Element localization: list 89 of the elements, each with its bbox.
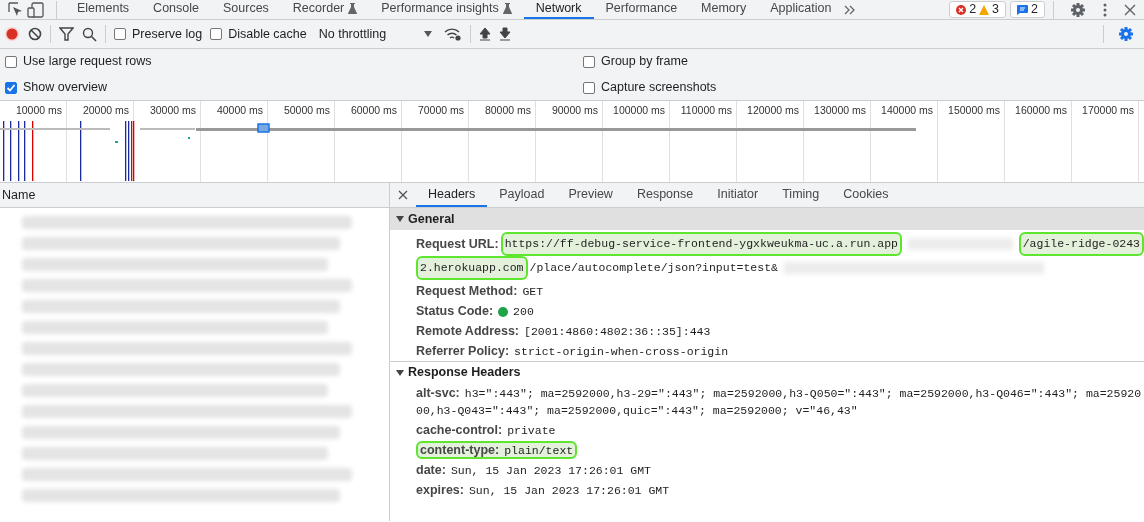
field-name: Status Code: (416, 303, 494, 320)
expanded-triangle-icon (396, 215, 404, 223)
more-options-icon[interactable] (1102, 1, 1108, 18)
detail-tab[interactable]: Cookies (831, 183, 901, 207)
field-value: 2.herokuapp.com (416, 256, 528, 280)
throttling-dropdown[interactable]: No throttling (314, 24, 437, 44)
tick-label: 170000 ms (1082, 104, 1134, 116)
warning-count: 3 (992, 3, 1000, 16)
panel-tab[interactable]: Performance (593, 0, 690, 19)
field-value: [2001:4860:4802:36::35]:443 (524, 324, 711, 340)
tick-label: 50000 ms (283, 104, 330, 116)
panel-tab[interactable]: Elements (65, 0, 142, 19)
status-dot-icon (498, 306, 509, 317)
panel-tab[interactable]: Memory (689, 0, 759, 19)
panel-tab[interactable]: Sources (211, 0, 281, 19)
section-header[interactable]: General (390, 208, 1144, 230)
checkbox[interactable] (114, 28, 126, 40)
detail-tab[interactable]: Payload (487, 183, 557, 207)
search-icon[interactable] (82, 26, 97, 42)
section-header[interactable]: Response Headers (390, 361, 1144, 383)
record-icon[interactable] (4, 26, 20, 42)
tick-label: 10000 ms (15, 104, 62, 116)
settings-icon[interactable] (1118, 26, 1134, 42)
error-icon (956, 4, 967, 15)
panel-tab[interactable]: Application (758, 0, 844, 19)
response-header: alt-svc: h3=":443"; ma=2592000,h3-29=":443"; ma=2592000,h3-Q050=":443"; ma=2592000,h3-Q046=":443"; ma=2592000,h3-Q043=":443"; ma=2592000,quic=":443"; ma=2592000; v="46,43" (416, 386, 1142, 417)
panel-tab[interactable]: Recorder (280, 0, 370, 19)
detail-tab[interactable]: Preview (556, 183, 625, 207)
tick-label: 110000 ms (680, 104, 732, 116)
expanded-triangle-icon (396, 368, 404, 377)
tick-label: 160000 ms (1015, 104, 1067, 116)
messages-counter[interactable]: 2 (1010, 1, 1045, 18)
tick-label: 130000 ms (814, 104, 866, 116)
close-icon[interactable] (1124, 3, 1136, 16)
warning-icon (979, 4, 990, 15)
setting-label: Group by frame (601, 53, 688, 71)
panel-tab[interactable]: Performance insights (369, 0, 524, 19)
column-header[interactable]: Name (2, 185, 36, 205)
tick-label: 20000 ms (82, 104, 129, 116)
checkbox[interactable] (583, 81, 595, 94)
caret-icon (424, 31, 433, 37)
issues-counter[interactable]: 2 3 (949, 1, 1007, 18)
clear-icon[interactable] (28, 27, 42, 41)
field-name: Request Method: (416, 283, 518, 300)
tick-label: 80000 ms (484, 104, 531, 116)
tick-label: 100000 ms (613, 104, 665, 116)
tick-label: 150000 ms (948, 104, 1000, 116)
message-icon (1017, 4, 1029, 15)
error-count: 2 (969, 3, 977, 16)
tick-label: 120000 ms (747, 104, 799, 116)
setting-label: Use large request rows (23, 53, 152, 71)
checkbox[interactable] (5, 55, 17, 68)
tick-label: 60000 ms (350, 104, 397, 116)
checkbox[interactable] (210, 28, 223, 40)
tick-label: 70000 ms (417, 104, 464, 116)
response-header: expires: Sun, 15 Jan 2023 17:26:01 GMT (416, 483, 670, 497)
detail-tab[interactable]: Response (624, 183, 706, 207)
field-name: Request URL: (416, 236, 499, 253)
field-value: 200 (513, 304, 534, 320)
panel-tab[interactable]: Console (141, 0, 211, 19)
detail-tab[interactable]: Timing (770, 183, 832, 207)
tick-label: 90000 ms (551, 104, 598, 116)
setting-label: Capture screenshots (601, 79, 717, 97)
field-value: /agile-ridge-0243 (1018, 232, 1144, 256)
download-icon[interactable] (499, 27, 512, 41)
detail-tab[interactable]: Initiator (705, 183, 771, 207)
upload-icon[interactable] (479, 27, 492, 41)
tick-label: 30000 ms (149, 104, 196, 116)
network-conditions-icon[interactable] (444, 27, 463, 41)
tick-label: 140000 ms (881, 104, 933, 116)
response-header: date: Sun, 15 Jan 2023 17:26:01 GMT (416, 463, 651, 477)
settings-icon[interactable] (1070, 1, 1086, 18)
close-icon[interactable] (398, 190, 408, 200)
checkbox[interactable] (5, 81, 17, 94)
preserve-log-label: Preserve log (132, 25, 203, 43)
field-name: Remote Address: (416, 323, 520, 340)
message-count: 2 (1031, 3, 1038, 16)
response-header: content-type: plain/text (416, 441, 578, 459)
field-name: Referrer Policy: (416, 343, 510, 360)
filter-icon[interactable] (59, 27, 74, 41)
field-value: strict-origin-when-cross-origin (514, 344, 729, 360)
disable-cache-label: Disable cache (228, 25, 307, 43)
setting-label: Show overview (23, 79, 108, 97)
field-value: /place/autocomplete/json?input=test& (529, 260, 778, 276)
checkbox[interactable] (583, 55, 595, 68)
field-value: GET (522, 284, 544, 300)
field-value: https://ff-debug-service-frontend-ygxkweukma-uc.a.run.app (500, 232, 903, 256)
response-header: cache-control: private (416, 423, 556, 437)
tick-label: 40000 ms (216, 104, 263, 116)
